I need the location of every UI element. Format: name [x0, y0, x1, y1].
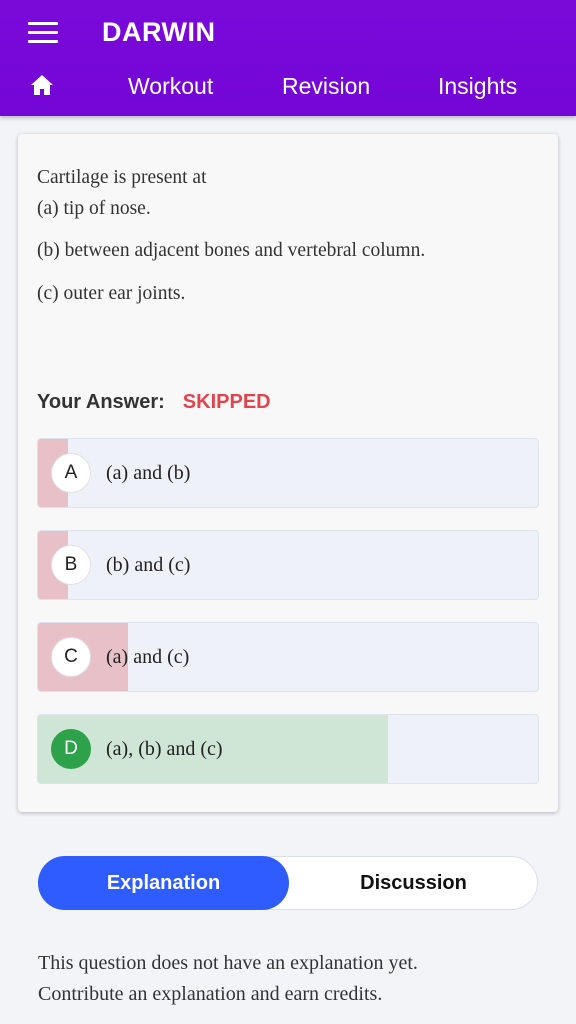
your-answer-row: Your Answer: SKIPPED: [37, 388, 271, 416]
option-b-letter: B: [51, 545, 91, 585]
option-d[interactable]: D (a), (b) and (c): [37, 714, 539, 784]
app-header: DARWIN Workout Revision Insights: [0, 0, 576, 116]
option-c[interactable]: C (a) and (c): [37, 622, 539, 692]
hamburger-menu-icon[interactable]: [28, 22, 58, 44]
explanation-discussion-tabs: Explanation Discussion: [38, 856, 538, 910]
question-text: Cartilage is present at (a) tip of nose.…: [37, 162, 537, 309]
nav-insights[interactable]: Insights: [438, 70, 517, 102]
nav-workout[interactable]: Workout: [128, 70, 213, 102]
app-title: DARWIN: [102, 17, 216, 47]
option-b-text: (b) and (c): [106, 554, 191, 576]
option-b[interactable]: B (b) and (c): [37, 530, 539, 600]
option-a-letter: A: [51, 453, 91, 493]
explanation-text: This question does not have an explanati…: [38, 948, 538, 1010]
home-icon[interactable]: [30, 74, 56, 98]
explanation-line-1: This question does not have an explanati…: [38, 952, 418, 974]
tab-explanation[interactable]: Explanation: [38, 856, 289, 910]
question-statement-b: (b) between adjacent bones and vertebral…: [37, 240, 426, 261]
question-stem: Cartilage is present at: [37, 167, 207, 188]
your-answer-label: Your Answer:: [37, 391, 165, 413]
option-a-text: (a) and (b): [106, 462, 191, 484]
option-a[interactable]: A (a) and (b): [37, 438, 539, 508]
your-answer-status: SKIPPED: [182, 391, 271, 413]
question-statement-c: (c) outer ear joints.: [37, 283, 186, 304]
option-d-text: (a), (b) and (c): [106, 738, 223, 760]
explanation-section: Explanation Discussion This question doe…: [0, 832, 576, 1024]
question-card: Cartilage is present at (a) tip of nose.…: [18, 134, 558, 812]
question-statement-a: (a) tip of nose.: [37, 198, 151, 219]
option-c-text: (a) and (c): [106, 646, 190, 668]
tab-discussion[interactable]: Discussion: [288, 856, 539, 910]
nav-revision[interactable]: Revision: [282, 70, 370, 102]
option-c-letter: C: [51, 637, 91, 677]
explanation-line-2: Contribute an explanation and earn credi…: [38, 983, 383, 1005]
option-d-letter-correct: D: [51, 729, 91, 769]
